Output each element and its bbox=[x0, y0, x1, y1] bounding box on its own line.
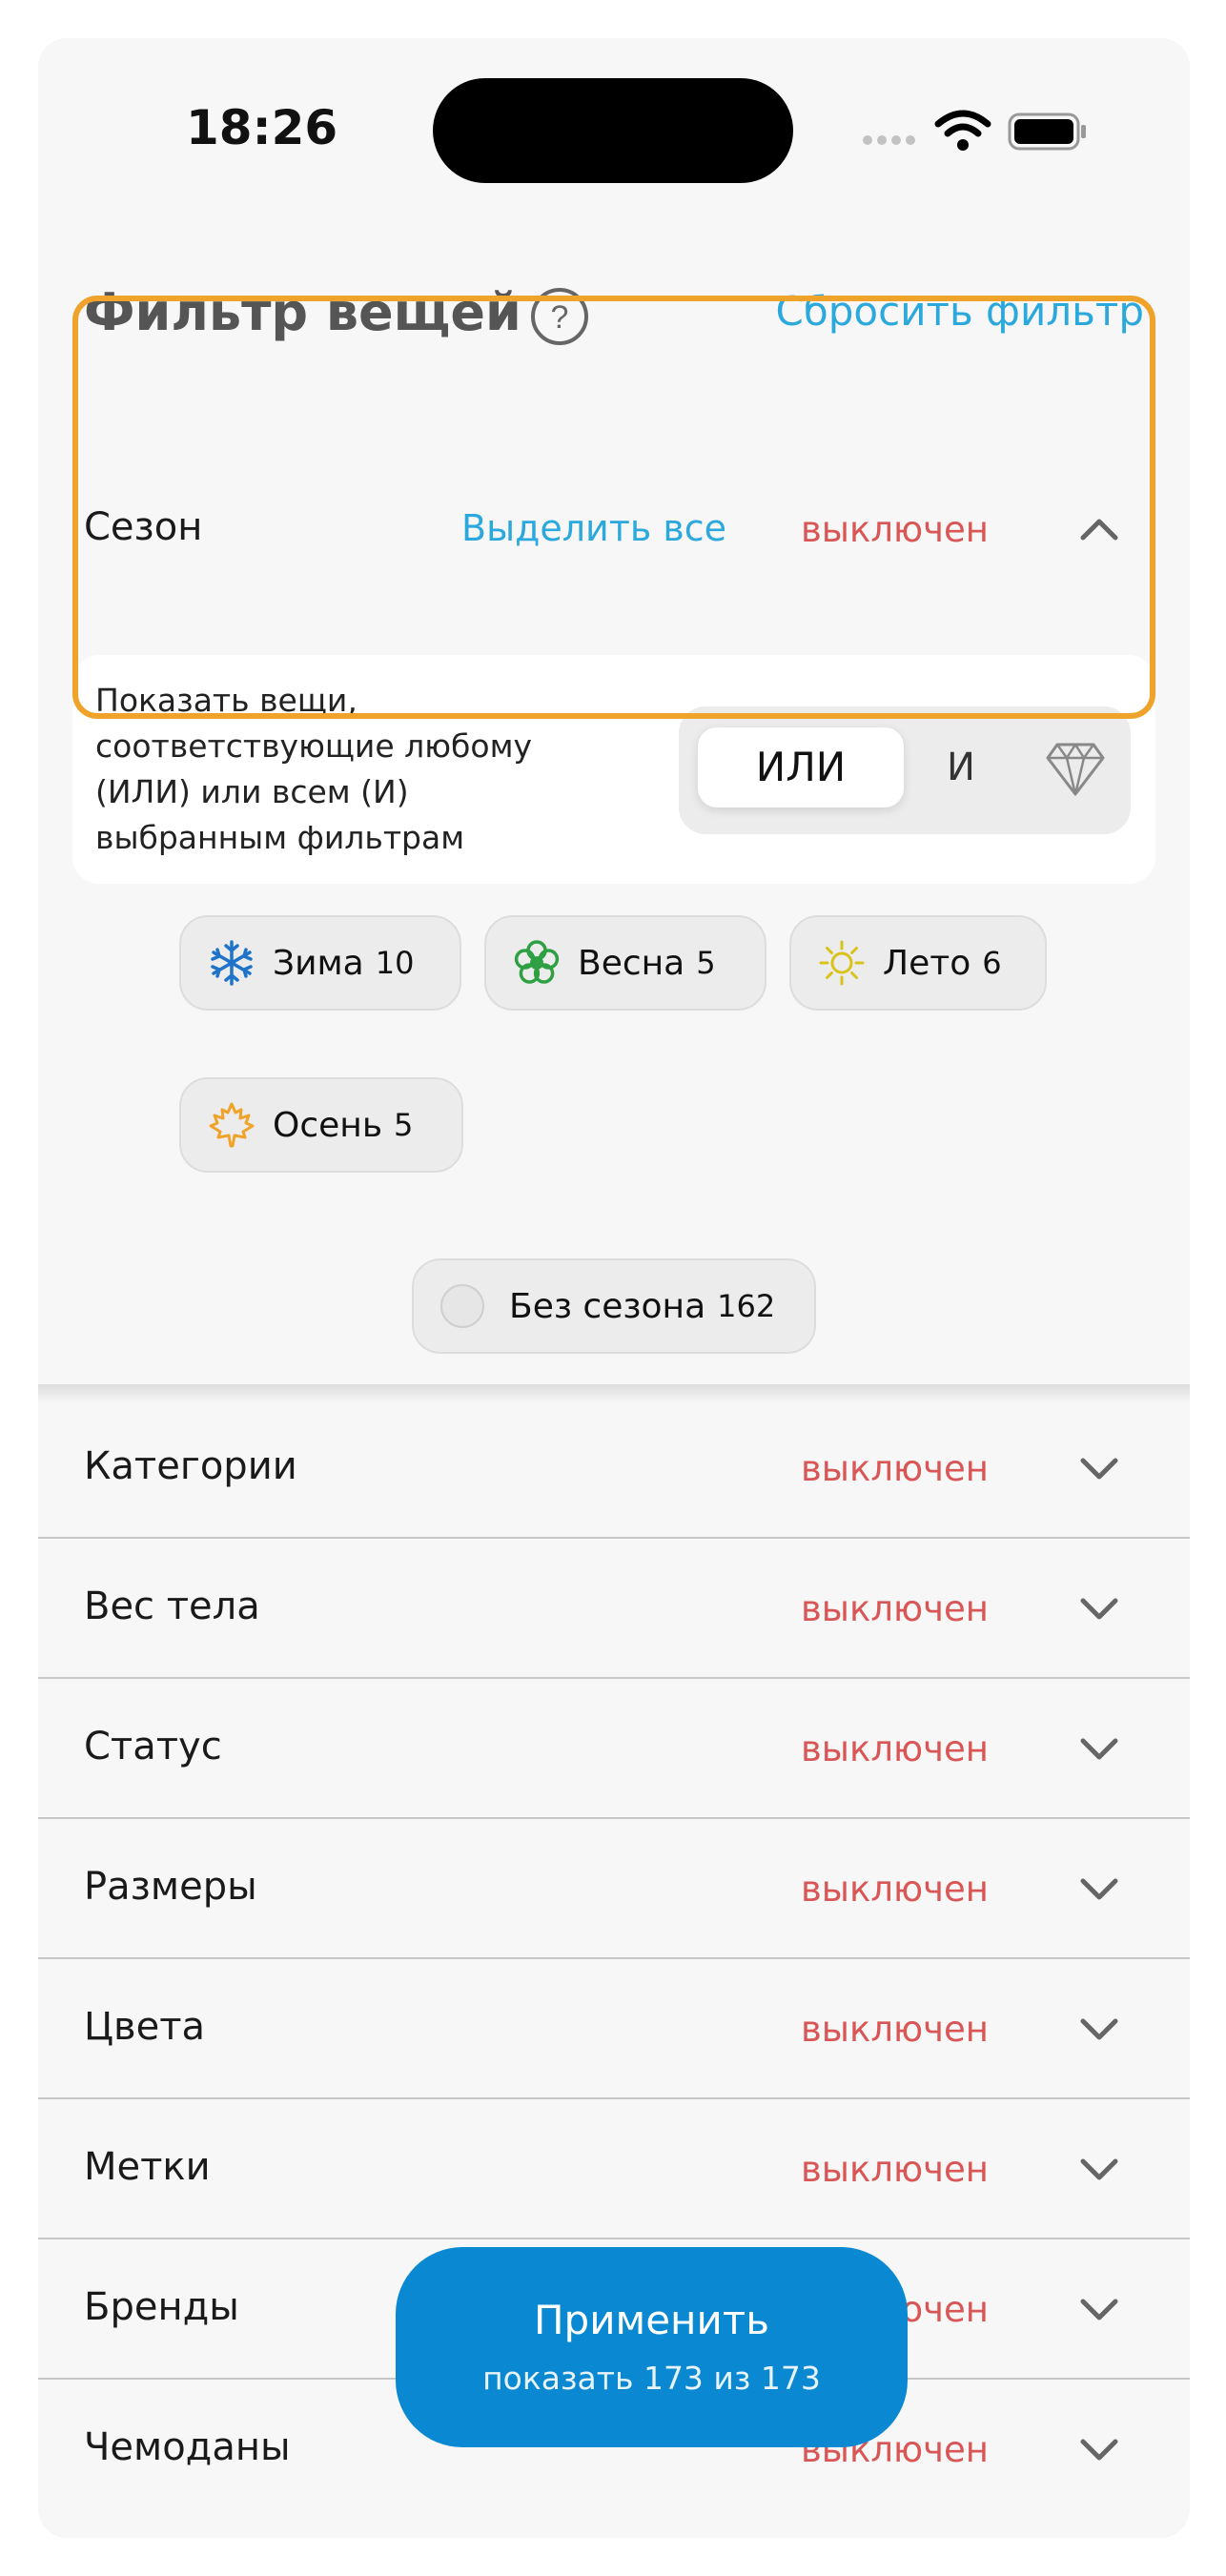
row-status: выключен bbox=[801, 1588, 989, 1629]
row-status: выключен bbox=[801, 2009, 989, 2050]
chevron-down-icon[interactable] bbox=[1077, 2287, 1121, 2331]
match-mode-card: Показать вещи, соответствующие любому (И… bbox=[72, 655, 1155, 884]
sun-icon bbox=[819, 940, 865, 986]
row-title: Вес тела bbox=[84, 1584, 260, 1628]
chevron-down-icon[interactable] bbox=[1077, 2007, 1121, 2051]
row-title: Размеры bbox=[84, 1865, 257, 1909]
row-status: выключен bbox=[801, 2149, 989, 2190]
chevron-down-icon[interactable] bbox=[1077, 1727, 1121, 1770]
wifi-icon bbox=[934, 110, 991, 151]
chip-count: 10 bbox=[375, 945, 415, 981]
season-title: Сезон bbox=[84, 505, 203, 549]
row-status: выключен bbox=[801, 1869, 989, 1910]
row-status: выключен bbox=[801, 1448, 989, 1489]
match-mode-toggle[interactable]: ИЛИ И bbox=[679, 706, 1131, 834]
season-header-row[interactable]: Сезон Выделить все выключен bbox=[38, 410, 1190, 648]
accordion-row-body-weight[interactable]: Вес тела выключен bbox=[38, 1539, 1190, 1679]
accordion-row-sizes[interactable]: Размеры выключен bbox=[38, 1819, 1190, 1959]
chevron-down-icon[interactable] bbox=[1077, 1867, 1121, 1911]
match-mode-description: Показать вещи, соответствующие любому (И… bbox=[95, 682, 533, 856]
svg-text:?: ? bbox=[551, 299, 569, 336]
chip-count: 5 bbox=[394, 1107, 414, 1143]
phone-screen: 18:26 Фильтр вещей ? Сбросить фильтр Сез… bbox=[38, 38, 1190, 2538]
chip-label: Зима bbox=[273, 943, 364, 983]
chip-count: 5 bbox=[696, 945, 716, 981]
row-title: Категории bbox=[84, 1444, 297, 1488]
season-chip-winter[interactable]: Зима 10 bbox=[179, 915, 461, 1011]
chevron-down-icon[interactable] bbox=[1077, 1586, 1121, 1630]
help-icon[interactable]: ? bbox=[529, 286, 590, 347]
chip-label: Лето bbox=[883, 943, 971, 983]
no-season-chip[interactable]: Без сезона 162 bbox=[412, 1258, 816, 1354]
mode-or-option[interactable]: ИЛИ bbox=[698, 727, 904, 808]
battery-icon bbox=[1008, 112, 1086, 151]
select-all-button[interactable]: Выделить все bbox=[461, 507, 726, 549]
maple-leaf-icon bbox=[209, 1102, 255, 1148]
row-status: выключен bbox=[801, 1728, 989, 1769]
page-title: Фильтр вещей bbox=[84, 282, 521, 342]
accordion-row-status[interactable]: Статус выключен bbox=[38, 1679, 1190, 1819]
filter-header: Фильтр вещей ? Сбросить фильтр bbox=[38, 248, 1190, 345]
status-bar: 18:26 bbox=[38, 38, 1190, 229]
chevron-down-icon[interactable] bbox=[1077, 2427, 1121, 2471]
chip-label: Без сезона bbox=[509, 1286, 706, 1326]
chevron-down-icon[interactable] bbox=[1077, 2147, 1121, 2191]
diamond-icon[interactable] bbox=[1044, 739, 1107, 800]
reset-filter-button[interactable]: Сбросить фильтр bbox=[776, 288, 1144, 335]
chip-label: Осень bbox=[273, 1105, 383, 1145]
row-title: Бренды bbox=[84, 2285, 239, 2329]
accordion-row-categories[interactable]: Категории выключен bbox=[38, 1399, 1190, 1539]
mode-and-option[interactable]: И bbox=[923, 727, 999, 808]
season-section: Сезон Выделить все выключен Показать вещ… bbox=[38, 410, 1190, 1392]
flower-icon bbox=[514, 940, 560, 984]
row-title: Статус bbox=[84, 1725, 222, 1768]
apply-button-sublabel: показать 173 из 173 bbox=[482, 2360, 821, 2397]
season-status: выключен bbox=[801, 509, 989, 550]
season-chip-autumn[interactable]: Осень 5 bbox=[179, 1077, 463, 1173]
row-title: Цвета bbox=[84, 2005, 206, 2049]
chip-label: Весна bbox=[578, 943, 685, 983]
snowflake-icon bbox=[211, 940, 253, 986]
status-time: 18:26 bbox=[186, 100, 338, 155]
apply-button[interactable]: Применить показать 173 из 173 bbox=[396, 2247, 908, 2447]
row-title: Метки bbox=[84, 2145, 211, 2189]
chip-count: 162 bbox=[717, 1288, 776, 1324]
cellular-signal-icon bbox=[863, 135, 915, 145]
row-title: Чемоданы bbox=[84, 2425, 291, 2469]
accordion-row-colors[interactable]: Цвета выключен bbox=[38, 1959, 1190, 2099]
radio-circle-icon bbox=[440, 1284, 484, 1328]
season-chip-spring[interactable]: Весна 5 bbox=[484, 915, 766, 1011]
chevron-up-icon[interactable] bbox=[1077, 507, 1121, 551]
chevron-down-icon[interactable] bbox=[1077, 1446, 1121, 1490]
accordion-row-tags[interactable]: Метки выключен bbox=[38, 2099, 1190, 2239]
chip-count: 6 bbox=[982, 945, 1002, 981]
apply-button-label: Применить bbox=[533, 2297, 770, 2343]
dynamic-island bbox=[433, 78, 793, 183]
season-chip-summer[interactable]: Лето 6 bbox=[789, 915, 1047, 1011]
